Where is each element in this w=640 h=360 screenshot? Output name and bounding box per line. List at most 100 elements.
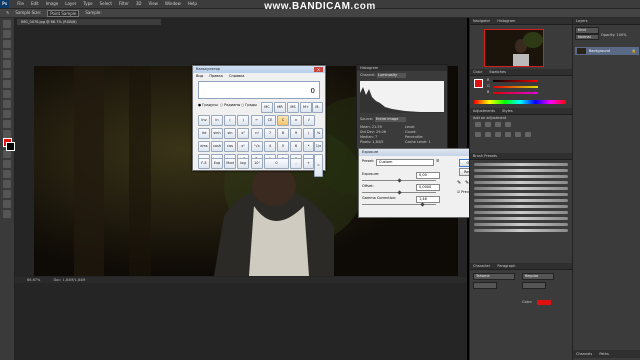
tab-styles[interactable]: Styles [502,109,513,113]
sample-size-select[interactable]: Point Sample [47,10,80,17]
color-g-slider[interactable] [493,86,538,88]
lasso-tool-icon[interactable] [3,40,11,48]
pen-tool-icon[interactable] [3,160,11,168]
calc-c-button[interactable]: C [277,115,289,126]
calc-9-button[interactable]: 9 [290,128,302,139]
healing-tool-icon[interactable] [3,80,11,88]
levels-icon[interactable] [485,122,491,127]
brush-preset-item[interactable] [474,199,568,202]
calc-menu-view[interactable]: Вид [196,74,203,78]
gamma-slider-thumb[interactable] [420,202,425,207]
color-r-slider[interactable] [493,80,538,82]
tab-histogram[interactable]: Histogram [497,19,515,23]
calc-ms-button[interactable]: MS [287,102,299,113]
color-foreground-swatch[interactable] [474,79,483,88]
brush-preset-item[interactable] [474,223,568,226]
calc-fe-button[interactable]: F-E [198,158,210,169]
font-style-select[interactable]: Regular [522,273,554,280]
background-color-swatch[interactable] [6,142,15,151]
calc-inv-button[interactable]: Inv [198,115,210,126]
close-icon[interactable]: × [314,67,323,72]
eyedropper-black-icon[interactable]: ✎ [457,181,461,186]
calc-10x-button[interactable]: 10ˣ [251,158,263,169]
calc-dms-button[interactable]: dms [198,141,210,152]
exposure-icon[interactable] [505,122,511,127]
eraser-tool-icon[interactable] [3,120,11,128]
offset-value-field[interactable]: 0,0000 [416,184,440,191]
layer-row-background[interactable]: Background 🔒 [575,47,639,55]
calc-factorial-button[interactable]: n! [251,128,263,139]
eyedropper-tool-icon[interactable]: ✎ [6,9,9,17]
calc-8-button[interactable]: 8 [277,128,289,139]
vibrance-icon[interactable] [475,132,481,137]
crop-tool-icon[interactable] [3,60,11,68]
brush-preset-item[interactable] [474,169,568,172]
brightness-contrast-icon[interactable] [475,122,481,127]
calc-sin-button[interactable]: sin [224,128,236,139]
navigator-thumbnail[interactable] [484,29,544,67]
clone-stamp-tool-icon[interactable] [3,100,11,108]
tab-layers[interactable]: Layers [576,19,588,23]
photo-filter-icon[interactable] [515,132,521,137]
tab-adjustments[interactable]: Adjustments [473,109,495,113]
calc-exp-button[interactable]: Exp [211,158,223,169]
calc-0-button[interactable]: 0 [264,158,289,169]
calc-ce-button[interactable]: CE [264,115,276,126]
brush-preset-item[interactable] [474,187,568,190]
color-b-slider[interactable] [493,92,538,94]
brush-preset-item[interactable] [474,217,568,220]
tab-paragraph[interactable]: Paragraph [497,264,515,268]
calc-plus-button[interactable]: + [303,158,314,169]
shape-tool-icon[interactable] [3,190,11,198]
calc-plusminus-button[interactable]: ± [290,115,302,126]
calc-equals-button[interactable]: = [314,154,323,177]
preset-select[interactable]: Custom [376,159,434,166]
calc-int-button[interactable]: Int [198,128,210,139]
calc-7-button[interactable]: 7 [264,128,276,139]
calc-percent-button[interactable]: % [314,128,323,139]
tab-navigator[interactable]: Navigator [473,19,490,23]
angle-grads-radio[interactable]: ○ Грады [241,103,257,108]
calc-6-button[interactable]: 6 [290,141,302,152]
calc-backspace-button[interactable]: ← [251,115,263,126]
calc-open-paren-button[interactable]: ( [224,115,236,126]
text-color-swatch[interactable] [537,300,551,305]
calc-mminus-button[interactable]: M- [312,102,323,113]
blend-mode-select[interactable]: Normal [575,34,599,40]
type-tool-icon[interactable] [3,170,11,178]
tab-paths[interactable]: Paths [599,352,609,356]
dodge-tool-icon[interactable] [3,150,11,158]
calc-mr-button[interactable]: MR [274,102,286,113]
color-balance-icon[interactable] [495,132,501,137]
angle-degrees-radio[interactable]: ● Градусы [198,103,218,108]
layer-kind-select[interactable]: Kind [575,27,599,34]
brush-preset-item[interactable] [474,205,568,208]
calc-ln-button[interactable]: ln [211,115,223,126]
offset-slider-thumb[interactable] [397,190,402,195]
calc-decimal-button[interactable]: , [290,158,302,169]
history-brush-tool-icon[interactable] [3,110,11,118]
color-spectrum-bar[interactable] [474,100,566,104]
gamma-value-field[interactable]: 1,46 [416,196,440,203]
calc-sinh-button[interactable]: sinh [211,128,223,139]
tab-swatches[interactable]: Swatches [489,70,506,74]
calc-power-button[interactable]: xʸ [237,141,249,152]
move-tool-icon[interactable] [3,20,11,28]
calc-menu-help[interactable]: Справка [229,74,244,78]
hue-saturation-icon[interactable] [485,132,491,137]
zoom-level[interactable]: 66.67% [27,278,40,282]
quick-select-tool-icon[interactable] [3,50,11,58]
calc-divide-button[interactable]: / [303,128,314,139]
calc-cosh-button[interactable]: cosh [211,141,223,152]
leading-field[interactable] [522,282,546,289]
opacity-label[interactable]: Opacity: 100% [601,33,627,38]
font-size-field[interactable] [473,282,497,289]
brush-preset-item[interactable] [474,175,568,178]
calc-mplus-button[interactable]: M+ [300,102,312,113]
hand-tool-icon[interactable] [3,200,11,208]
angle-radians-radio[interactable]: ○ Радианы [220,103,240,108]
calc-mc-button[interactable]: MC [261,102,273,113]
path-select-tool-icon[interactable] [3,180,11,188]
exposure-slider-thumb[interactable] [397,178,402,183]
calc-4-button[interactable]: 4 [264,141,276,152]
